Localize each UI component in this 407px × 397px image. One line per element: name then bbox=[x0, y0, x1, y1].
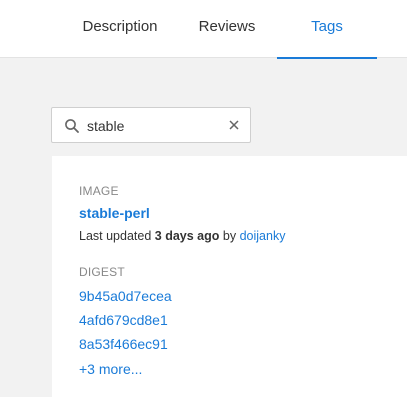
more-digests-link[interactable]: +3 more... bbox=[79, 361, 142, 377]
updated-by: by bbox=[222, 229, 237, 243]
image-name-link[interactable]: stable-perl bbox=[79, 205, 150, 221]
tab-bar: Description Reviews Tags bbox=[0, 0, 407, 59]
tab-description[interactable]: Description bbox=[70, 0, 170, 58]
updated-prefix: Last updated bbox=[79, 229, 152, 243]
digest-link[interactable]: 9b45a0d7ecea bbox=[79, 288, 172, 304]
tag-search-box bbox=[51, 107, 251, 143]
image-label: IMAGE bbox=[79, 184, 119, 198]
tab-reviews[interactable]: Reviews bbox=[178, 0, 276, 58]
tab-tags[interactable]: Tags bbox=[277, 0, 377, 59]
last-updated-text: Last updated 3 days ago by doijanky bbox=[79, 229, 285, 243]
digest-link[interactable]: 8a53f466ec91 bbox=[79, 336, 168, 352]
digest-label: DIGEST bbox=[79, 265, 125, 279]
tag-card: IMAGE stable-perl Last updated 3 days ag… bbox=[52, 156, 407, 397]
updated-time: 3 days ago bbox=[154, 229, 220, 243]
search-input[interactable] bbox=[87, 116, 222, 136]
search-icon bbox=[64, 118, 80, 134]
updated-user-link[interactable]: doijanky bbox=[240, 229, 286, 243]
close-icon[interactable] bbox=[227, 118, 241, 132]
digest-link[interactable]: 4afd679cd8e1 bbox=[79, 312, 168, 328]
